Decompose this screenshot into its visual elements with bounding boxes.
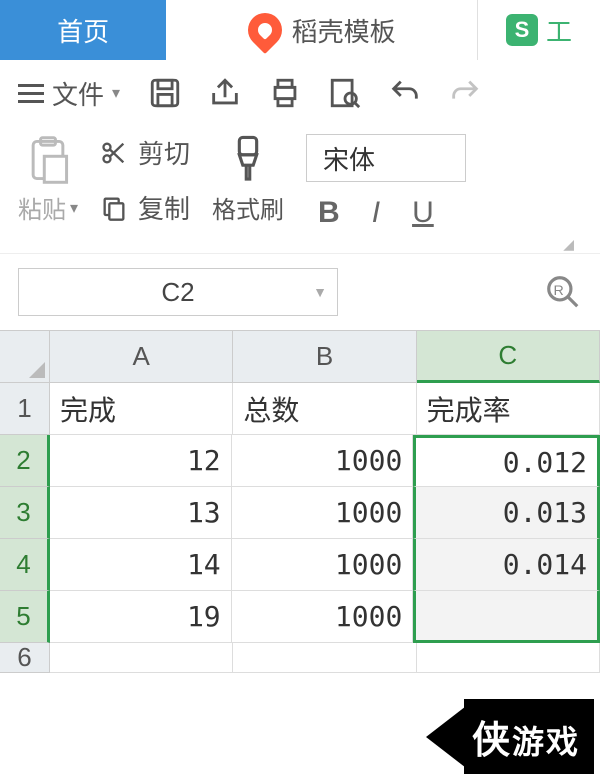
name-box-value: C2: [161, 277, 194, 308]
quick-toolbar: 文件 ▾: [0, 60, 600, 126]
copy-label: 复制: [138, 189, 190, 226]
row-header-3[interactable]: 3: [0, 487, 50, 539]
cell-b5[interactable]: 1000: [232, 591, 414, 643]
cell-c2[interactable]: 0.012: [413, 435, 600, 487]
search-icon[interactable]: R: [544, 273, 582, 311]
row-header-4[interactable]: 4: [0, 539, 50, 591]
spreadsheet-grid[interactable]: A B C 1 完成 总数 完成率 2 12 1000 0.012 3 13 1…: [0, 330, 600, 673]
brush-label: 格式刷: [212, 190, 284, 225]
cell-a3[interactable]: 13: [50, 487, 232, 539]
row-header-2[interactable]: 2: [0, 435, 50, 487]
paste-label: 粘贴: [18, 190, 66, 225]
ribbon-home: 粘贴▾ 剪切 复制 格式刷 宋体 B I U: [0, 126, 600, 230]
flame-icon: [241, 6, 289, 54]
share-icon[interactable]: [208, 76, 242, 110]
file-label: 文件: [52, 75, 104, 112]
print-icon[interactable]: [268, 76, 302, 110]
cell-a5[interactable]: 19: [50, 591, 232, 643]
brush-icon: [227, 134, 269, 186]
chevron-down-icon: ▾: [70, 198, 78, 218]
document-tabs: 首页 稻壳模板 S 工: [0, 0, 600, 60]
row-header-5[interactable]: 5: [0, 591, 50, 643]
scissors-icon: [100, 139, 128, 167]
undo-icon[interactable]: [388, 76, 422, 110]
hamburger-icon: [18, 84, 44, 103]
tab-spreadsheet[interactable]: S 工: [478, 0, 600, 60]
dialog-launcher-icon[interactable]: ◢: [0, 230, 600, 253]
format-painter-button[interactable]: 格式刷: [212, 134, 284, 225]
formula-bar-row: C2 ▼ R: [0, 253, 600, 330]
cell-c1[interactable]: 完成率: [417, 383, 600, 435]
name-box[interactable]: C2 ▼: [18, 268, 338, 316]
chevron-down-icon: ▼: [313, 284, 327, 300]
tab-daoke-label: 稻壳模板: [292, 12, 396, 49]
svg-text:R: R: [554, 283, 564, 299]
cell-a1[interactable]: 完成: [50, 383, 233, 435]
cell-c4[interactable]: 0.014: [413, 539, 600, 591]
tab-home[interactable]: 首页: [0, 0, 166, 60]
cell-b6[interactable]: [233, 643, 416, 673]
copy-icon: [100, 194, 128, 222]
cut-label: 剪切: [138, 134, 190, 171]
cell-a2[interactable]: 12: [50, 435, 232, 487]
col-header-b[interactable]: B: [233, 331, 416, 383]
row-header-1[interactable]: 1: [0, 383, 50, 435]
cell-b3[interactable]: 1000: [232, 487, 414, 539]
cell-c6[interactable]: [417, 643, 600, 673]
save-icon[interactable]: [148, 76, 182, 110]
cell-c3[interactable]: 0.013: [413, 487, 600, 539]
select-all-corner[interactable]: [0, 331, 50, 383]
cell-c5[interactable]: [413, 591, 600, 643]
cell-a6[interactable]: [50, 643, 233, 673]
paste-button[interactable]: 粘贴▾: [18, 134, 78, 225]
font-family-select[interactable]: 宋体: [306, 134, 466, 182]
cell-a4[interactable]: 14: [50, 539, 232, 591]
bold-button[interactable]: B: [318, 196, 340, 230]
redo-icon[interactable]: [448, 76, 482, 110]
cell-b2[interactable]: 1000: [232, 435, 414, 487]
preview-icon[interactable]: [328, 76, 362, 110]
site-logo: 侠游戏: [426, 699, 594, 774]
tab-daoke-templates[interactable]: 稻壳模板: [166, 0, 478, 60]
clipboard-icon: [25, 134, 71, 186]
col-header-c[interactable]: C: [417, 331, 600, 383]
cut-button[interactable]: 剪切: [100, 134, 190, 171]
col-header-a[interactable]: A: [50, 331, 233, 383]
chevron-down-icon: ▾: [112, 83, 120, 103]
underline-button[interactable]: U: [412, 196, 434, 230]
tab-sheet-label: 工: [546, 12, 572, 49]
cell-b1[interactable]: 总数: [233, 383, 416, 435]
row-header-6[interactable]: 6: [0, 643, 50, 673]
copy-button[interactable]: 复制: [100, 189, 190, 226]
spreadsheet-icon: S: [506, 14, 538, 46]
file-menu-button[interactable]: 文件 ▾: [18, 75, 120, 112]
cell-b4[interactable]: 1000: [232, 539, 414, 591]
italic-button[interactable]: I: [372, 196, 380, 230]
